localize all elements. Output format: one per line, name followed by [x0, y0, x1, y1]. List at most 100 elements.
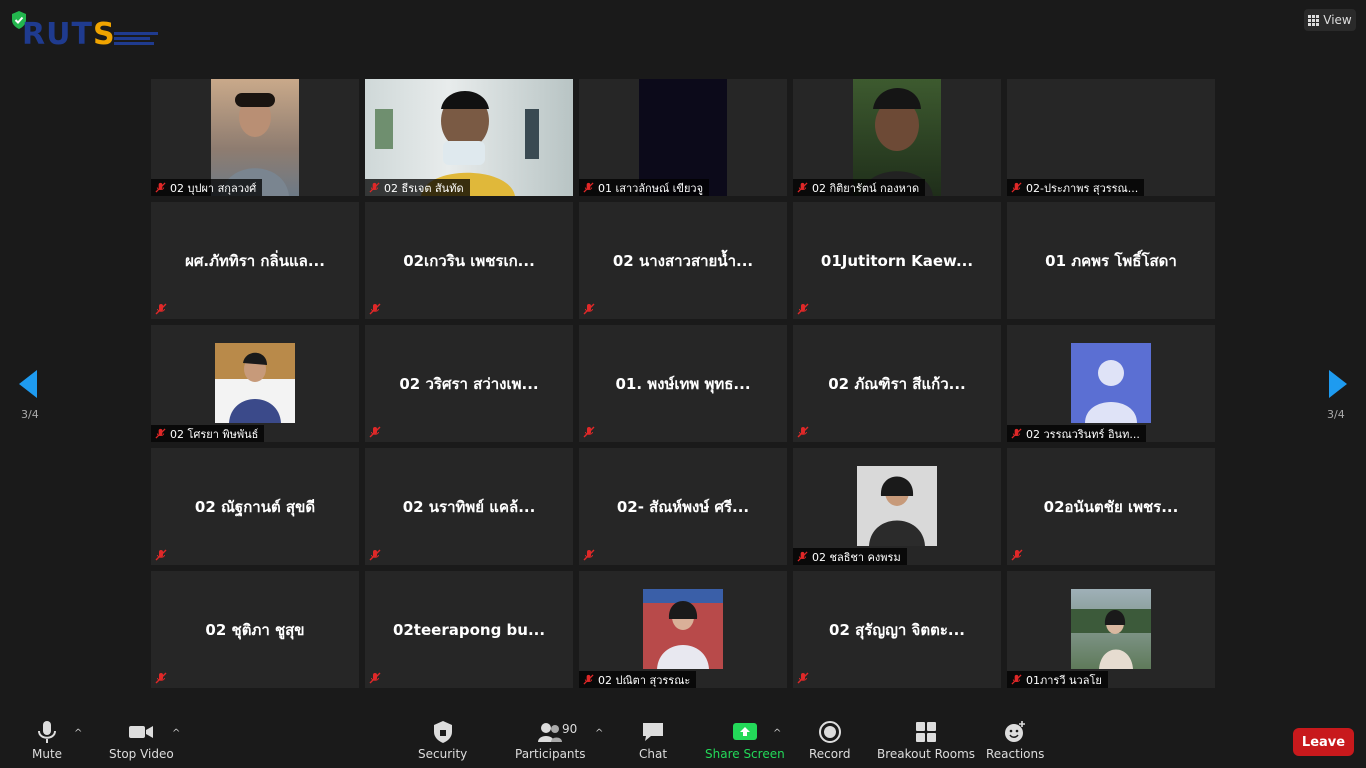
participant-tile[interactable]: 02 ธีรเจต สันทัด [365, 79, 573, 196]
participants-count: 90 [562, 722, 578, 736]
participant-tile[interactable]: ผศ.ภัททิรา กลิ่นแล... [151, 202, 359, 319]
mute-button[interactable]: Mute [32, 720, 62, 761]
emoji-add-icon [1005, 721, 1026, 742]
breakout-rooms-button[interactable]: Breakout Rooms [877, 720, 975, 761]
participant-name-label: 02 ธีรเจต สันทัด [365, 179, 470, 196]
muted-mic-icon [583, 549, 595, 561]
participant-name: 02 นางสาวสายน้ำ... [612, 251, 754, 270]
participant-tile[interactable]: 02teerapong bu... [365, 571, 573, 688]
participant-name-label: 02 ชลธิชา คงพรม [793, 548, 907, 565]
default-avatar-icon [1071, 343, 1151, 423]
person-photo-icon [1071, 609, 1151, 669]
participant-name: 02 สุรัญญา จิตตะ... [829, 620, 965, 639]
participant-name: 02 บุปผา สกุลวงศ์ [170, 181, 257, 195]
breakout-rooms-icon [916, 722, 937, 742]
stop-video-label: Stop Video [109, 747, 174, 761]
page-indicator-right: 3/4 [1327, 408, 1345, 421]
chat-button[interactable]: Chat [639, 720, 667, 761]
participant-name-label: 01 เสาวลักษณ์ เขียวจู [579, 179, 710, 196]
audio-options-chevron-icon[interactable]: ^ [74, 728, 82, 739]
participant-tile[interactable]: 01. พงษ์เทพ พุทธ... [579, 325, 787, 442]
muted-mic-icon [583, 303, 595, 315]
muted-mic-icon [155, 303, 167, 315]
participant-tile[interactable]: 02 นราทิพย์ แคล้... [365, 448, 573, 565]
participant-tile[interactable]: 02 ชุติภา ชูสุข [151, 571, 359, 688]
participant-name: 01ภารวี นวลโย [1026, 673, 1102, 687]
participant-tile[interactable]: 02อนันตชัย เพชร... [1007, 448, 1215, 565]
record-icon [818, 721, 841, 743]
logo-text-2: S [92, 17, 116, 52]
security-label: Security [418, 747, 468, 761]
logo-subtext-mark [114, 32, 158, 46]
video-options-chevron-icon[interactable]: ^ [172, 728, 180, 739]
top-bar: RUTS View [0, 0, 1366, 60]
participant-tile[interactable]: 02 วรรณวรินทร์ อินท... [1007, 325, 1215, 442]
video-camera-icon [129, 726, 154, 738]
participant-name: 02 โศรยา พิษพันธ์ [170, 427, 259, 441]
participant-tile[interactable]: 02 ชลธิชา คงพรม [793, 448, 1001, 565]
participant-tile[interactable]: 01 ภคพร โพธิ์โสดา [1007, 202, 1215, 319]
participant-tile[interactable]: 01 เสาวลักษณ์ เขียวจู [579, 79, 787, 196]
microphone-icon [38, 721, 57, 743]
participant-name-label: 02 วรรณวรินทร์ อินท... [1007, 425, 1146, 442]
stop-video-button[interactable]: Stop Video [109, 720, 174, 761]
participant-tile[interactable]: 02 กิติยารัตน์ กองหาด [793, 79, 1001, 196]
participants-options-chevron-icon[interactable]: ^ [595, 728, 603, 739]
muted-mic-icon [583, 674, 594, 685]
participant-name-label: 02 บุปผา สกุลวงศ์ [151, 179, 263, 196]
participant-name: 01Jutitorn Kaew... [820, 251, 974, 270]
participant-tile[interactable]: 02- สัณห์พงษ์ ศรี... [579, 448, 787, 565]
muted-mic-icon [1011, 674, 1022, 685]
logo-text-1: RUT [22, 17, 93, 52]
participant-tile[interactable]: 01ภารวี นวลโย [1007, 571, 1215, 688]
grid-view-icon [1308, 14, 1320, 26]
participant-name: 02 วรรณวรินทร์ อินท... [1026, 427, 1140, 441]
participant-tile[interactable]: 02 ภัณฑิรา สีแก้ว... [793, 325, 1001, 442]
muted-mic-icon [797, 551, 808, 562]
share-screen-button[interactable]: Share Screen [705, 720, 785, 761]
page-indicator-left: 3/4 [21, 408, 39, 421]
participant-tile[interactable]: 02-ประภาพร สุวรรณ... [1007, 79, 1215, 196]
participant-tile[interactable]: 02 โศรยา พิษพันธ์ [151, 325, 359, 442]
participant-tile[interactable]: 02เกวริน เพชรเก... [365, 202, 573, 319]
participant-photo [215, 343, 295, 423]
chat-bubble-icon [643, 723, 664, 741]
participant-name: 02 วริศรา สว่างเพ... [399, 374, 539, 393]
muted-mic-icon [155, 549, 167, 561]
previous-page-arrow-icon[interactable] [19, 370, 37, 398]
participant-name: 02 นราทิพย์ แคล้... [402, 497, 536, 516]
muted-mic-icon [1011, 182, 1022, 193]
participant-tile[interactable]: 02 วริศรา สว่างเพ... [365, 325, 573, 442]
next-page-arrow-icon[interactable] [1329, 370, 1347, 398]
reactions-button[interactable]: Reactions [986, 720, 1044, 761]
participant-tile[interactable]: 02 บุปผา สกุลวงศ์ [151, 79, 359, 196]
chat-label: Chat [639, 747, 668, 761]
muted-mic-icon [797, 672, 809, 684]
participant-tile[interactable]: 02 นางสาวสายน้ำ... [579, 202, 787, 319]
participant-tile[interactable]: 01Jutitorn Kaew... [793, 202, 1001, 319]
participant-tile[interactable]: 02 ณัฐกานต์ สุขดี [151, 448, 359, 565]
participant-tile[interactable]: 02 ปณิตา สุวรรณะ [579, 571, 787, 688]
person-photo-icon [643, 589, 723, 669]
person-photo-icon [215, 343, 295, 423]
record-label: Record [809, 747, 851, 761]
participant-name: 02 ภัณฑิรา สีแก้ว... [828, 374, 966, 393]
participant-tile[interactable]: 02 สุรัญญา จิตตะ... [793, 571, 1001, 688]
view-button[interactable]: View [1304, 9, 1356, 31]
share-screen-icon [732, 723, 757, 740]
share-options-chevron-icon[interactable]: ^ [773, 728, 781, 739]
muted-mic-icon [155, 672, 167, 684]
participants-icon [538, 723, 563, 742]
meeting-toolbar: Mute ^ Stop Video ^ Security Participant… [0, 708, 1366, 768]
participant-name: 02 ชลธิชา คงพรม [812, 550, 901, 564]
participant-name-label: 01ภารวี นวลโย [1007, 671, 1108, 688]
participant-name-label: 02 กิติยารัตน์ กองหาด [793, 179, 926, 196]
muted-mic-icon [1011, 428, 1022, 439]
record-button[interactable]: Record [809, 720, 850, 761]
security-button[interactable]: Security [418, 720, 467, 761]
participant-name: 01 ภคพร โพธิ์โสดา [1045, 251, 1177, 270]
leave-button[interactable]: Leave [1293, 728, 1354, 756]
participant-name: 02-ประภาพร สุวรรณ... [1026, 181, 1139, 195]
view-label: View [1323, 13, 1352, 27]
muted-mic-icon [155, 182, 166, 193]
